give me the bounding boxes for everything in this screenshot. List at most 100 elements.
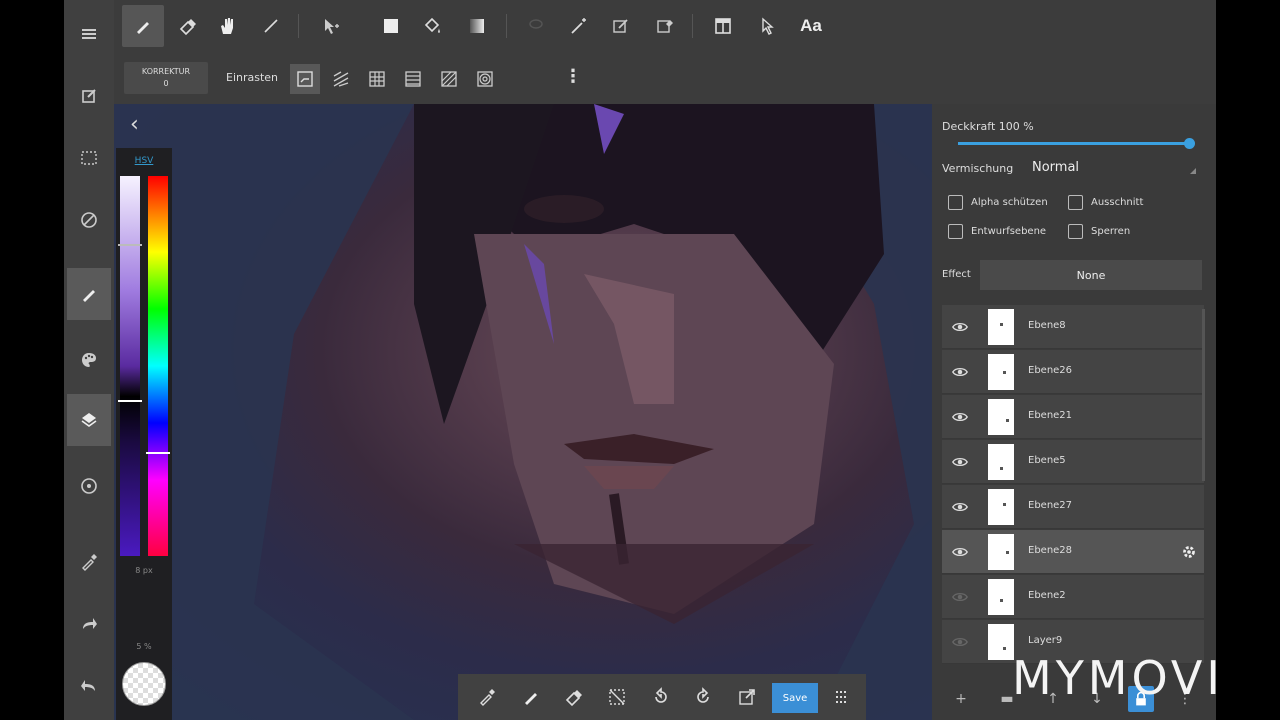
layer-row[interactable]: Ebene27 bbox=[942, 485, 1204, 529]
lock-checkbox[interactable]: Sperren bbox=[1068, 224, 1130, 239]
save-button[interactable]: Save bbox=[772, 683, 818, 713]
snap-grid-icon[interactable] bbox=[362, 64, 392, 94]
material-icon[interactable] bbox=[67, 460, 111, 512]
selection-eraser-icon[interactable] bbox=[644, 5, 686, 47]
visibility-eye-icon[interactable] bbox=[948, 405, 972, 429]
selection-pen-icon[interactable] bbox=[600, 5, 642, 47]
layer-thumbnail bbox=[988, 579, 1014, 615]
pointer-icon[interactable] bbox=[746, 5, 788, 47]
clipping-checkbox[interactable]: Ausschnitt bbox=[1068, 195, 1143, 210]
share-icon[interactable] bbox=[732, 682, 762, 712]
pen-icon[interactable] bbox=[516, 682, 546, 712]
saturation-value-slider[interactable] bbox=[120, 176, 140, 556]
visibility-eye-icon[interactable] bbox=[948, 540, 972, 564]
snap-perspective-icon[interactable] bbox=[434, 64, 464, 94]
blend-mode-select[interactable]: Normal bbox=[1032, 160, 1079, 175]
layer-name: Ebene28 bbox=[1028, 545, 1073, 556]
deselect-icon[interactable] bbox=[602, 682, 632, 712]
current-color-swatch[interactable] bbox=[122, 662, 166, 706]
eyedropper-icon[interactable] bbox=[472, 682, 502, 712]
layer-row[interactable]: Ebene26 bbox=[942, 350, 1204, 394]
magic-wand-icon[interactable] bbox=[558, 5, 600, 47]
transform-icon[interactable] bbox=[67, 194, 111, 246]
eraser-icon[interactable] bbox=[166, 5, 208, 47]
color-panel: HSV 8 px 5 % bbox=[116, 148, 172, 720]
visibility-eye-icon[interactable] bbox=[948, 315, 972, 339]
layer-row[interactable]: Ebene28 bbox=[942, 530, 1204, 574]
layer-name: Ebene21 bbox=[1028, 410, 1073, 421]
layer-name: Layer9 bbox=[1028, 635, 1063, 646]
menu-icon[interactable] bbox=[67, 8, 111, 60]
layer-opacity-slider[interactable] bbox=[958, 138, 1195, 149]
visibility-eye-icon[interactable] bbox=[948, 360, 972, 384]
brush-tool-icon[interactable] bbox=[67, 268, 111, 320]
visibility-eye-icon[interactable] bbox=[948, 585, 972, 609]
move-icon[interactable] bbox=[310, 5, 352, 47]
brush-size-label: 8 px bbox=[135, 566, 153, 575]
lock-label: Sperren bbox=[1091, 226, 1131, 237]
app-window: Aa KORREKTUR 0 Einrasten ⋮ ‹ HSV 8 px 5 … bbox=[64, 0, 1216, 720]
layers-icon[interactable] bbox=[67, 394, 111, 446]
watermark: MYMOVIE bbox=[1012, 651, 1216, 705]
line-icon[interactable] bbox=[250, 5, 292, 47]
frame-divider-icon[interactable] bbox=[702, 5, 744, 47]
hsv-mode-tab[interactable]: HSV bbox=[116, 156, 172, 166]
layer-row[interactable]: Ebene2 bbox=[942, 575, 1204, 619]
correction-button[interactable]: KORREKTUR 0 bbox=[124, 62, 208, 94]
more-options-icon[interactable]: ⋮ bbox=[564, 66, 582, 87]
bucket-icon[interactable] bbox=[412, 5, 454, 47]
snap-concentric-icon[interactable] bbox=[470, 64, 500, 94]
snap-lines-icon[interactable] bbox=[398, 64, 428, 94]
bottom-toolbar: Save bbox=[458, 674, 866, 720]
brush-opacity-label: 5 % bbox=[136, 642, 152, 651]
layer-row[interactable]: Ebene5 bbox=[942, 440, 1204, 484]
redo-icon[interactable] bbox=[688, 682, 718, 712]
draft-layer-checkbox[interactable]: Entwurfsebene bbox=[948, 224, 1046, 239]
drawing-canvas[interactable]: ‹ bbox=[114, 104, 932, 720]
snap-off-icon[interactable] bbox=[290, 64, 320, 94]
layer-row[interactable]: Ebene8 bbox=[942, 305, 1204, 349]
gradient-icon[interactable] bbox=[456, 5, 498, 47]
back-chevron-icon[interactable]: ‹ bbox=[130, 112, 139, 137]
layer-opacity-label: Deckkraft 100 % bbox=[942, 120, 1034, 133]
undo-icon[interactable] bbox=[646, 682, 676, 712]
grid-menu-icon[interactable] bbox=[826, 682, 856, 712]
edit-icon[interactable] bbox=[67, 70, 111, 122]
layer-thumbnail bbox=[988, 309, 1014, 345]
visibility-eye-icon[interactable] bbox=[948, 630, 972, 654]
visibility-eye-icon[interactable] bbox=[948, 450, 972, 474]
layer-name: Ebene8 bbox=[1028, 320, 1066, 331]
value-marker[interactable] bbox=[118, 400, 142, 402]
layer-row[interactable]: Ebene21 bbox=[942, 395, 1204, 439]
pen-icon[interactable] bbox=[122, 5, 164, 47]
eyedropper-icon[interactable] bbox=[67, 536, 111, 588]
top-toolbar: Aa bbox=[114, 0, 1216, 52]
eraser-icon[interactable] bbox=[558, 682, 588, 712]
snap-toolbar: KORREKTUR 0 Einrasten ⋮ bbox=[114, 52, 1216, 104]
layer-settings-gear-icon[interactable] bbox=[1178, 541, 1200, 563]
lasso-icon[interactable] bbox=[514, 5, 556, 47]
hue-marker[interactable] bbox=[146, 452, 170, 454]
undo-icon[interactable] bbox=[67, 660, 111, 712]
add-layer-icon[interactable]: + bbox=[948, 686, 974, 712]
checkbox-box bbox=[1068, 195, 1083, 210]
selection-icon[interactable] bbox=[67, 132, 111, 184]
text-tool-label: Aa bbox=[800, 16, 822, 35]
layer-list-scrollbar[interactable] bbox=[1202, 309, 1205, 481]
redo-icon[interactable] bbox=[67, 598, 111, 650]
alpha-protect-checkbox[interactable]: Alpha schützen bbox=[948, 195, 1048, 210]
palette-icon[interactable] bbox=[67, 334, 111, 386]
sv-marker[interactable] bbox=[118, 244, 142, 246]
effect-button[interactable]: None bbox=[980, 260, 1202, 290]
fill-rect-icon[interactable] bbox=[370, 5, 412, 47]
visibility-eye-icon[interactable] bbox=[948, 495, 972, 519]
layer-opacity-thumb[interactable] bbox=[1184, 138, 1195, 149]
layer-thumbnail bbox=[988, 624, 1014, 660]
effect-label: Effect bbox=[942, 269, 971, 280]
hand-icon[interactable] bbox=[206, 5, 248, 47]
snap-parallel-icon[interactable] bbox=[326, 64, 356, 94]
text-tool-button[interactable]: Aa bbox=[790, 5, 832, 47]
checkbox-box bbox=[948, 224, 963, 239]
layer-name: Ebene5 bbox=[1028, 455, 1066, 466]
hue-slider[interactable] bbox=[148, 176, 168, 556]
